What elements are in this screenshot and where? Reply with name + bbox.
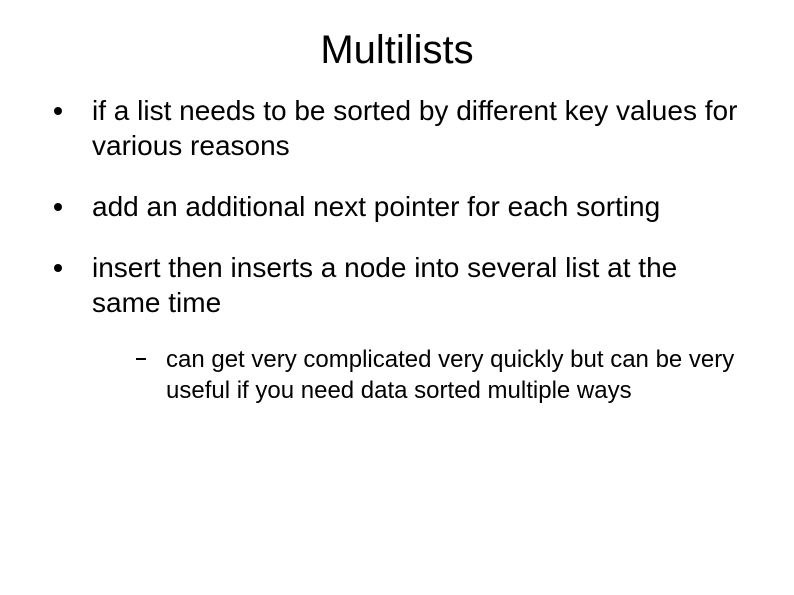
- sub-bullet-list: can get very complicated very quickly bu…: [92, 344, 746, 406]
- slide: Multilists if a list needs to be sorted …: [0, 0, 794, 595]
- list-item: add an additional next pointer for each …: [48, 189, 746, 224]
- sub-bullet-text: can get very complicated very quickly bu…: [166, 346, 734, 404]
- bullet-text: if a list needs to be sorted by differen…: [92, 95, 737, 161]
- list-item: insert then inserts a node into several …: [48, 250, 746, 406]
- slide-title: Multilists: [0, 0, 794, 93]
- bullet-text: insert then inserts a node into several …: [92, 252, 677, 318]
- list-item: can get very complicated very quickly bu…: [132, 344, 746, 406]
- bullet-list: if a list needs to be sorted by differen…: [0, 93, 794, 406]
- list-item: if a list needs to be sorted by differen…: [48, 93, 746, 163]
- bullet-text: add an additional next pointer for each …: [92, 191, 660, 222]
